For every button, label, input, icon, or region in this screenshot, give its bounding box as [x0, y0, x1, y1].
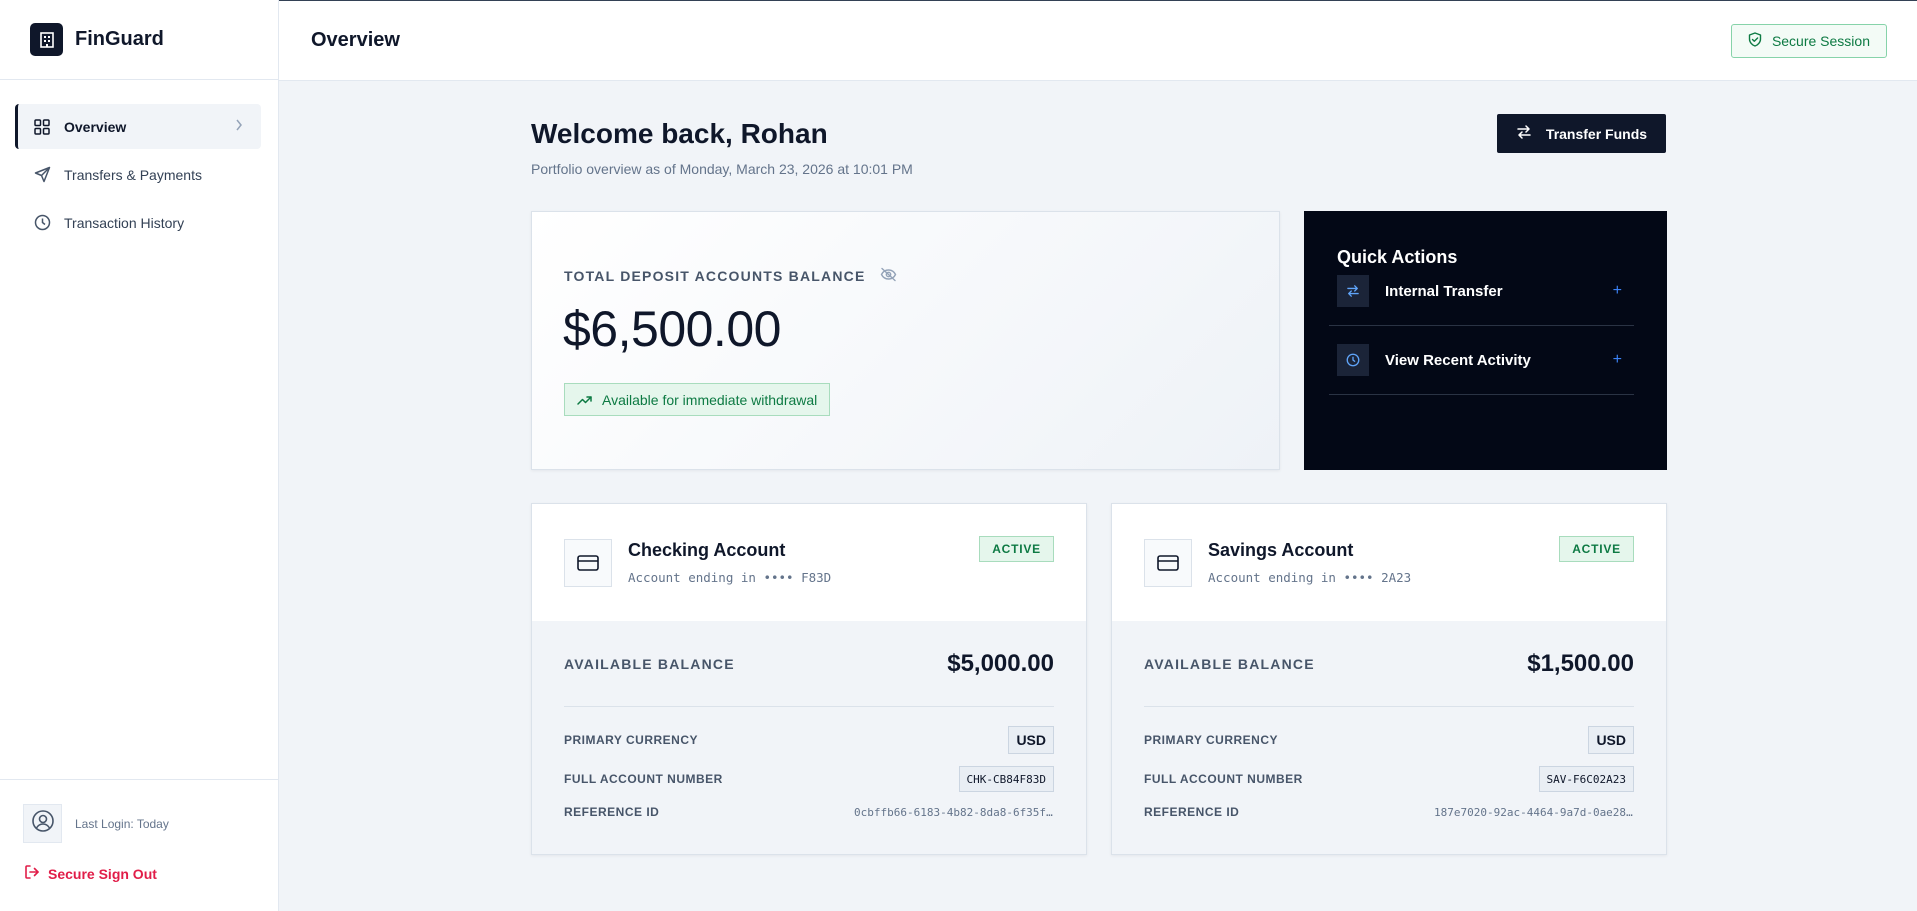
withdrawal-badge: Available for immediate withdrawal — [564, 383, 831, 416]
available-balance-label: AVAILABLE BALANCE — [564, 655, 735, 672]
credit-card-icon — [564, 539, 612, 587]
total-balance-label: TOTAL DEPOSIT ACCOUNTS BALANCE — [564, 267, 897, 285]
account-number-row: FULL ACCOUNT NUMBER SAV-F6C02A23 — [1144, 764, 1634, 794]
portfolio-subtitle: Portfolio overview as of Monday, March 2… — [531, 161, 913, 177]
last-login: Last Login: Today — [0, 780, 278, 843]
currency-label: PRIMARY CURRENCY — [564, 733, 699, 747]
sign-out-button[interactable]: Secure Sign Out — [0, 843, 278, 883]
available-balance-label: AVAILABLE BALANCE — [1144, 655, 1315, 672]
total-balance-label-text: TOTAL DEPOSIT ACCOUNTS BALANCE — [564, 268, 866, 284]
brand-name: FinGuard — [75, 28, 164, 50]
page-title: Overview — [311, 29, 400, 51]
status-badge: ACTIVE — [1559, 536, 1634, 562]
account-number-value[interactable]: CHK-CB84F83D — [958, 766, 1054, 792]
account-ending: Account ending in •••• F83D — [628, 570, 832, 585]
quick-action-internal-transfer[interactable]: Internal Transfer + — [1329, 257, 1634, 326]
account-card-body: AVAILABLE BALANCE $5,000.00 PRIMARY CURR… — [532, 621, 1086, 827]
reference-value: 187e7020-92ac-4464-9a7d-0ae28... — [1434, 805, 1634, 819]
reference-label: REFERENCE ID — [564, 805, 660, 819]
transfer-funds-button[interactable]: Transfer Funds — [1497, 114, 1666, 153]
account-number-row: FULL ACCOUNT NUMBER CHK-CB84F83D — [564, 764, 1054, 794]
account-name: Checking Account — [628, 540, 786, 560]
reference-row: REFERENCE ID 0cbffb66-6183-4b82-8da8-6f3… — [564, 797, 1054, 827]
user-circle-icon — [31, 809, 55, 838]
reference-value: 0cbffb66-6183-4b82-8da8-6f35f... — [854, 805, 1054, 819]
plus-icon: + — [1612, 282, 1622, 299]
building-icon — [30, 23, 63, 56]
sidebar-item-overview[interactable]: Overview — [15, 104, 261, 149]
shield-check-icon — [1748, 32, 1762, 50]
clock-icon — [1337, 344, 1369, 376]
sidebar-item-label: Overview — [64, 118, 127, 135]
avatar[interactable] — [23, 804, 62, 843]
sidebar-item-transfers[interactable]: Transfers & Payments — [15, 152, 261, 197]
sign-out-label: Secure Sign Out — [48, 865, 157, 882]
arrows-swap-icon — [1337, 275, 1369, 307]
arrows-swap-icon — [1516, 125, 1532, 142]
sidebar-item-history[interactable]: Transaction History — [15, 200, 261, 245]
credit-card-icon — [1144, 539, 1192, 587]
transfer-funds-label: Transfer Funds — [1545, 125, 1648, 142]
available-balance-row: AVAILABLE BALANCE $5,000.00 — [564, 621, 1054, 707]
sidebar-nav: Overview Transfers & Payments Transactio… — [0, 80, 278, 245]
clock-icon — [33, 214, 51, 232]
quick-action-recent-activity[interactable]: View Recent Activity + — [1329, 326, 1634, 395]
send-icon — [33, 166, 51, 184]
grid-icon — [33, 118, 51, 136]
quick-actions-panel: Quick Actions Internal Transfer + View R… — [1304, 211, 1667, 470]
available-balance-value: $5,000.00 — [947, 649, 1054, 677]
eye-off-icon[interactable] — [880, 267, 897, 285]
top-header: Overview Secure Session — [279, 0, 1917, 81]
account-card-header: Savings Account Account ending in •••• 2… — [1112, 504, 1666, 621]
savings-account-card[interactable]: Savings Account Account ending in •••• 2… — [1111, 503, 1667, 855]
available-balance-row: AVAILABLE BALANCE $1,500.00 — [1144, 621, 1634, 707]
quick-action-label: View Recent Activity — [1385, 351, 1531, 369]
plus-icon: + — [1612, 351, 1622, 368]
available-balance-value: $1,500.00 — [1527, 649, 1634, 677]
total-balance-amount: $6,500.00 — [563, 301, 781, 357]
status-badge: ACTIVE — [979, 536, 1054, 562]
currency-value: USD — [1008, 726, 1054, 754]
brand[interactable]: FinGuard — [0, 0, 278, 80]
withdrawal-badge-text: Available for immediate withdrawal — [602, 391, 818, 408]
account-number-label: FULL ACCOUNT NUMBER — [1144, 772, 1303, 786]
currency-label: PRIMARY CURRENCY — [1144, 733, 1279, 747]
account-card-header: Checking Account Account ending in •••• … — [532, 504, 1086, 621]
currency-row: PRIMARY CURRENCY USD — [564, 725, 1054, 755]
currency-row: PRIMARY CURRENCY USD — [1144, 725, 1634, 755]
quick-action-label: Internal Transfer — [1385, 282, 1503, 300]
total-balance-card: TOTAL DEPOSIT ACCOUNTS BALANCE $6,500.00… — [531, 211, 1280, 470]
sidebar-footer: Last Login: Today Secure Sign Out — [0, 779, 278, 911]
sidebar-item-label: Transfers & Payments — [64, 166, 202, 183]
logout-icon — [24, 864, 40, 883]
checking-account-card[interactable]: Checking Account Account ending in •••• … — [531, 503, 1087, 855]
last-login-text: Last Login: Today — [75, 816, 169, 831]
account-card-body: AVAILABLE BALANCE $1,500.00 PRIMARY CURR… — [1112, 621, 1666, 827]
currency-value: USD — [1588, 726, 1634, 754]
sidebar: FinGuard Overview Transfers & Payments T… — [0, 0, 279, 911]
account-number-value[interactable]: SAV-F6C02A23 — [1538, 766, 1634, 792]
secure-session-label: Secure Session — [1771, 33, 1870, 49]
reference-row: REFERENCE ID 187e7020-92ac-4464-9a7d-0ae… — [1144, 797, 1634, 827]
chevron-right-icon — [235, 118, 243, 134]
trend-up-icon — [577, 392, 592, 408]
account-number-label: FULL ACCOUNT NUMBER — [564, 772, 723, 786]
account-ending: Account ending in •••• 2A23 — [1208, 570, 1412, 585]
reference-label: REFERENCE ID — [1144, 805, 1240, 819]
account-name: Savings Account — [1208, 540, 1354, 560]
sidebar-item-label: Transaction History — [64, 214, 185, 231]
secure-session-badge[interactable]: Secure Session — [1730, 24, 1887, 58]
welcome-heading: Welcome back, Rohan — [531, 118, 828, 149]
